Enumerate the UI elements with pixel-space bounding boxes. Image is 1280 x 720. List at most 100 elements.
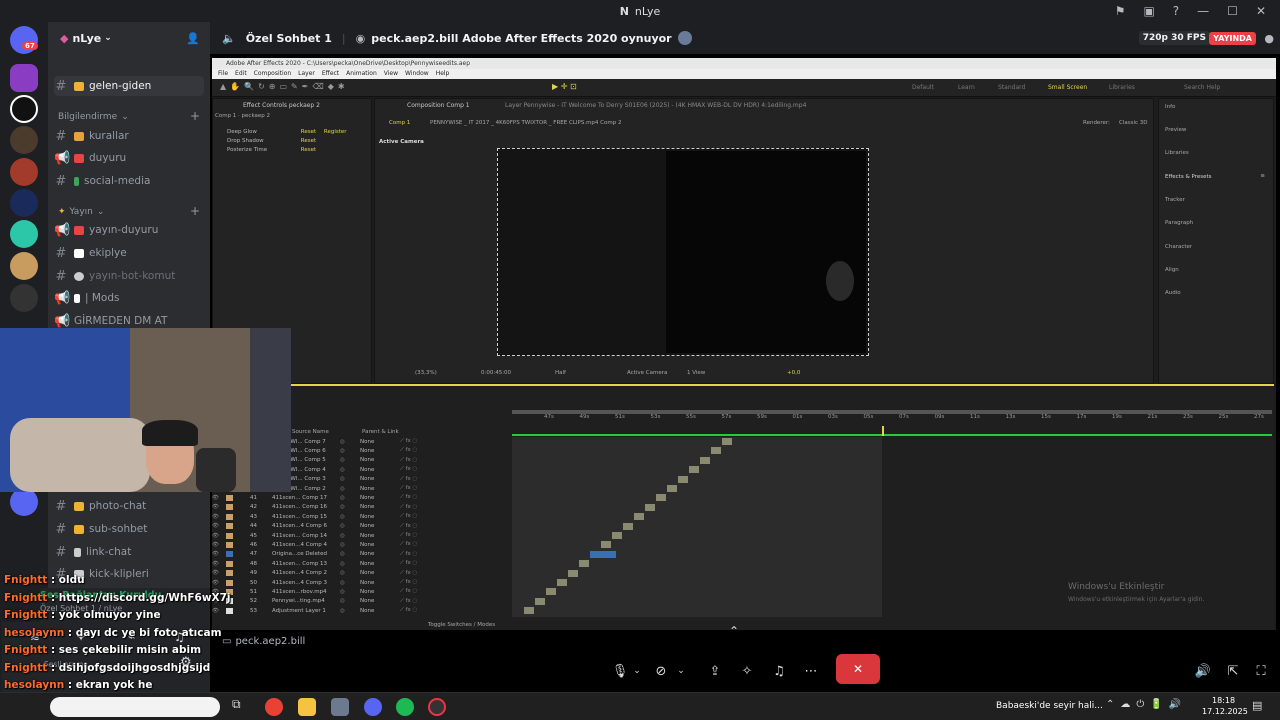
label-swatch[interactable] <box>226 504 233 511</box>
layer-fx-icon[interactable]: ⟋ fx ◌ <box>400 532 417 539</box>
label-swatch[interactable] <box>226 551 233 558</box>
layer-parent[interactable]: None <box>360 495 400 501</box>
tl-layer-bar[interactable] <box>601 541 611 549</box>
ae-menu-item[interactable]: View <box>384 69 398 79</box>
effect-row[interactable]: Deep Glow Reset Register <box>215 129 365 135</box>
add-channel-icon[interactable]: + <box>190 204 200 218</box>
clock-date[interactable]: 17.12.2025 <box>1202 707 1248 716</box>
flag-icon[interactable]: ⚑ <box>1115 4 1126 18</box>
layer-parent[interactable]: None <box>360 476 400 482</box>
menu-icon[interactable]: ≡ <box>1260 173 1265 179</box>
server-icon[interactable] <box>10 488 38 516</box>
ae-menu-item[interactable]: Help <box>436 69 450 79</box>
workspace-standard[interactable]: Standard <box>998 84 1025 91</box>
layer-name[interactable]: 411scen...4 Comp 3 <box>272 580 340 586</box>
eye-icon[interactable]: 👁 <box>212 542 226 548</box>
layer-switches-icon[interactable]: ◎ <box>340 533 360 539</box>
viewer-time[interactable]: 0:00:45:00 <box>481 370 511 376</box>
tl-layer-row[interactable]: 👁 51 411scen...rbov.mp4 ◎ None ⟋ fx ◌ <box>212 587 512 596</box>
layer-parent[interactable]: None <box>360 523 400 529</box>
server-icon[interactable] <box>10 126 38 154</box>
layer-fx-icon[interactable]: ⟋ fx ◌ <box>400 551 417 558</box>
layer-fx-icon[interactable]: ⟋ fx ◌ <box>400 485 417 492</box>
task-view-icon[interactable]: ⧉ <box>232 697 241 712</box>
layer-parent[interactable]: None <box>360 504 400 510</box>
layer-fx-icon[interactable]: ⟋ fx ◌ <box>400 607 417 614</box>
layer-switches-icon[interactable]: ◎ <box>340 589 360 595</box>
layer-fx-icon[interactable]: ⟋ fx ◌ <box>400 476 417 483</box>
layer-switches-icon[interactable]: ◎ <box>340 514 360 520</box>
tl-layer-row[interactable]: 👁 49 411scen...4 Comp 2 ◎ None ⟋ fx ◌ <box>212 569 512 578</box>
sidebar-item-link-chat[interactable]: # link-chat <box>54 542 204 562</box>
viewer-zoom[interactable]: (33,3%) <box>415 370 437 376</box>
tl-layer-bar[interactable] <box>535 597 545 605</box>
layer-parent[interactable]: None <box>360 533 400 539</box>
server-icon[interactable] <box>10 220 38 248</box>
layer-switches-icon[interactable]: ◎ <box>340 570 360 576</box>
layer-fx-icon[interactable]: ⟋ fx ◌ <box>400 466 417 473</box>
label-swatch[interactable] <box>226 494 233 501</box>
ae-menu-item[interactable]: Effect <box>322 69 339 79</box>
discord-icon[interactable] <box>364 698 382 716</box>
tl-layer-bar[interactable] <box>645 503 655 511</box>
tl-layer-bar[interactable] <box>722 438 732 445</box>
layer-fx-icon[interactable]: ⟋ fx ◌ <box>400 523 417 530</box>
panel-info[interactable]: Info <box>1165 104 1175 110</box>
server-icon[interactable] <box>10 64 38 92</box>
sidebar-item-sub-sohbet[interactable]: # sub-sohbet <box>54 519 204 539</box>
app-icon[interactable] <box>331 698 349 716</box>
panel-tracker[interactable]: Tracker <box>1165 197 1185 203</box>
tl-layer-row[interactable]: 👁 50 411scen...4 Comp 3 ◎ None ⟋ fx ◌ <box>212 578 512 587</box>
comp-canvas[interactable] <box>497 148 869 356</box>
tl-layer-bar[interactable] <box>623 522 633 530</box>
label-swatch[interactable] <box>226 570 233 577</box>
layer-parent[interactable]: None <box>360 448 400 454</box>
tl-layer-bar[interactable] <box>678 475 688 483</box>
chevron-down-icon[interactable]: ⌄ <box>624 658 650 684</box>
layer-switches-icon[interactable]: ◎ <box>340 448 360 454</box>
activities-icon[interactable]: ✧ <box>734 658 760 684</box>
minimize-button[interactable]: — <box>1197 4 1209 18</box>
layer-switches-icon[interactable]: ◎ <box>340 486 360 492</box>
category-header[interactable]: ✦ Yayın ⌄ <box>58 207 104 217</box>
help-icon[interactable]: ? <box>1173 4 1179 18</box>
viewer-exposure[interactable]: +0,0 <box>787 370 800 376</box>
tl-layer-bar[interactable] <box>590 550 616 558</box>
workspace-libraries[interactable]: Libraries <box>1109 84 1135 91</box>
popout-icon[interactable]: ⇱ <box>1220 658 1246 684</box>
chat-icon[interactable]: ● <box>1264 32 1274 45</box>
layer-switches-icon[interactable]: ◎ <box>340 542 360 548</box>
sidebar-item-yayin-duyuru[interactable]: 📢 yayın-duyuru <box>54 220 204 240</box>
notification-text[interactable]: Babaeski'de seyir hali... <box>996 701 1103 711</box>
eye-icon[interactable]: 👁 <box>212 533 226 539</box>
label-swatch[interactable] <box>226 523 233 530</box>
tray-icons[interactable]: ⌃☁⏻🔋🔊 <box>1106 699 1187 710</box>
layer-fx-icon[interactable]: ⟋ fx ◌ <box>400 541 417 548</box>
layer-switches-icon[interactable]: ◎ <box>340 495 360 501</box>
tl-layer-row[interactable]: 👁 41 411scen... Comp 17 ◎ None ⟋ fx ◌ <box>212 493 512 502</box>
inbox-icon[interactable]: ▣ <box>1143 4 1154 18</box>
soundboard-icon[interactable]: ♫ <box>766 658 792 684</box>
label-swatch[interactable] <box>226 532 233 539</box>
ae-menu-item[interactable]: File <box>218 69 228 79</box>
ae-play-icon[interactable]: ▶ ✛ ⊡ <box>552 82 577 91</box>
layer-switches-icon[interactable]: ◎ <box>340 457 360 463</box>
eye-icon[interactable]: 👁 <box>212 580 226 586</box>
category-header[interactable]: Bilgilendirme ⌄ <box>58 112 129 122</box>
layer-switches-icon[interactable]: ◎ <box>340 504 360 510</box>
server-icon[interactable] <box>10 252 38 280</box>
tl-work-area[interactable] <box>512 410 1272 414</box>
viewer-camera[interactable]: Active Camera <box>627 370 667 376</box>
layer-switches-icon[interactable]: ◎ <box>340 608 360 614</box>
layer-switches-icon[interactable]: ◎ <box>340 551 360 557</box>
ae-menu-item[interactable]: Composition <box>254 69 291 79</box>
panel-preview[interactable]: Preview <box>1165 127 1186 133</box>
ae-tools-icon[interactable]: ▲✋🔍↻⊕▭✎✒⌫◆✱ <box>220 82 349 91</box>
layer-name[interactable]: Pennywi...ting.mp4 <box>272 598 340 604</box>
layer-switches-icon[interactable]: ◎ <box>340 476 360 482</box>
add-member-icon[interactable]: 👤 <box>186 32 200 45</box>
layer-parent[interactable]: None <box>360 589 400 595</box>
eye-icon[interactable]: 👁 <box>212 570 226 576</box>
sidebar-item-duyuru[interactable]: 📢 duyuru <box>54 148 204 168</box>
layer-parent[interactable]: None <box>360 551 400 557</box>
